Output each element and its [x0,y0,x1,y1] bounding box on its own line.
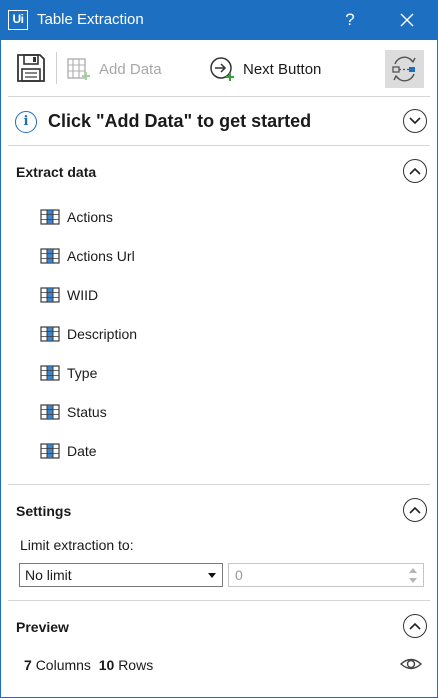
extract-field-label: WIID [67,287,99,303]
rows-count: 10 [98,657,115,673]
extract-field-item[interactable]: WIID [40,285,98,305]
info-icon: i [15,111,37,133]
next-button-button[interactable]: Next Button [209,56,321,82]
spin-up-icon[interactable] [409,568,417,573]
window-title: Table Extraction [37,11,144,28]
extract-field-label: Date [67,443,97,459]
add-column-icon [67,58,90,80]
preview-title: Preview [16,619,69,635]
limit-count-value: 0 [235,567,243,583]
divider [8,145,430,146]
toolbar: Add Data Next Button [0,40,438,96]
rows-label: Rows [118,657,154,673]
save-icon [17,54,45,82]
close-button[interactable] [393,6,421,34]
table-column-icon [40,209,60,225]
add-data-button[interactable]: Add Data [66,56,162,82]
divider [8,96,430,97]
settings-title: Settings [16,503,72,519]
divider [8,600,430,601]
eye-icon [399,658,423,670]
limit-extraction-select[interactable]: No limit [19,563,223,587]
table-column-icon [40,443,60,459]
columns-count: 7 [24,657,32,673]
extract-field-label: Type [67,365,98,381]
dropdown-arrow-icon [208,573,216,578]
extract-field-item[interactable]: Type [40,363,97,383]
extract-collapse-button[interactable] [403,159,427,183]
columns-label: Columns [35,657,91,673]
extract-field-item[interactable]: Actions Url [40,246,135,266]
extract-field-label: Description [67,326,138,342]
extract-field-item[interactable]: Description [40,324,137,344]
chevron-up-icon [409,506,421,514]
limit-extraction-label: Limit extraction to: [20,537,134,553]
table-column-icon [40,248,60,264]
save-button[interactable] [16,52,46,84]
spin-down-icon[interactable] [409,578,417,583]
chevron-down-icon [409,117,421,125]
table-column-icon [40,326,60,342]
refresh-toggle-button[interactable] [385,50,424,88]
limit-count-input[interactable]: 0 [228,563,424,587]
settings-collapse-button[interactable] [403,498,427,522]
table-column-icon [40,287,60,303]
extract-field-item[interactable]: Status [40,402,107,422]
extract-field-label: Actions Url [67,248,135,264]
table-column-icon [40,365,60,381]
preview-summary: 7 Columns 10 Rows [24,657,153,673]
table-column-icon [40,404,60,420]
chevron-up-icon [409,167,421,175]
extract-field-item[interactable]: Date [40,441,97,461]
toolbar-separator [56,52,57,84]
extract-field-item[interactable]: Actions [40,207,113,227]
add-data-label: Add Data [99,60,162,78]
extract-data-title: Extract data [16,164,97,180]
divider [8,484,430,485]
refresh-icon [392,56,416,82]
extract-field-label: Actions [67,209,113,225]
preview-collapse-button[interactable] [403,614,427,638]
extract-field-label: Status [67,404,107,420]
info-message: Click "Add Data" to get started [48,111,312,131]
title-bar: Ui Table Extraction ? [0,0,438,40]
chevron-up-icon [409,622,421,630]
next-button-icon [210,57,234,81]
help-button[interactable]: ? [336,6,364,34]
next-button-label: Next Button [243,60,322,78]
close-icon [400,13,414,27]
app-logo: Ui [8,10,28,30]
preview-button[interactable] [399,655,423,673]
limit-selected-value: No limit [25,567,72,583]
info-expand-button[interactable] [403,109,427,133]
